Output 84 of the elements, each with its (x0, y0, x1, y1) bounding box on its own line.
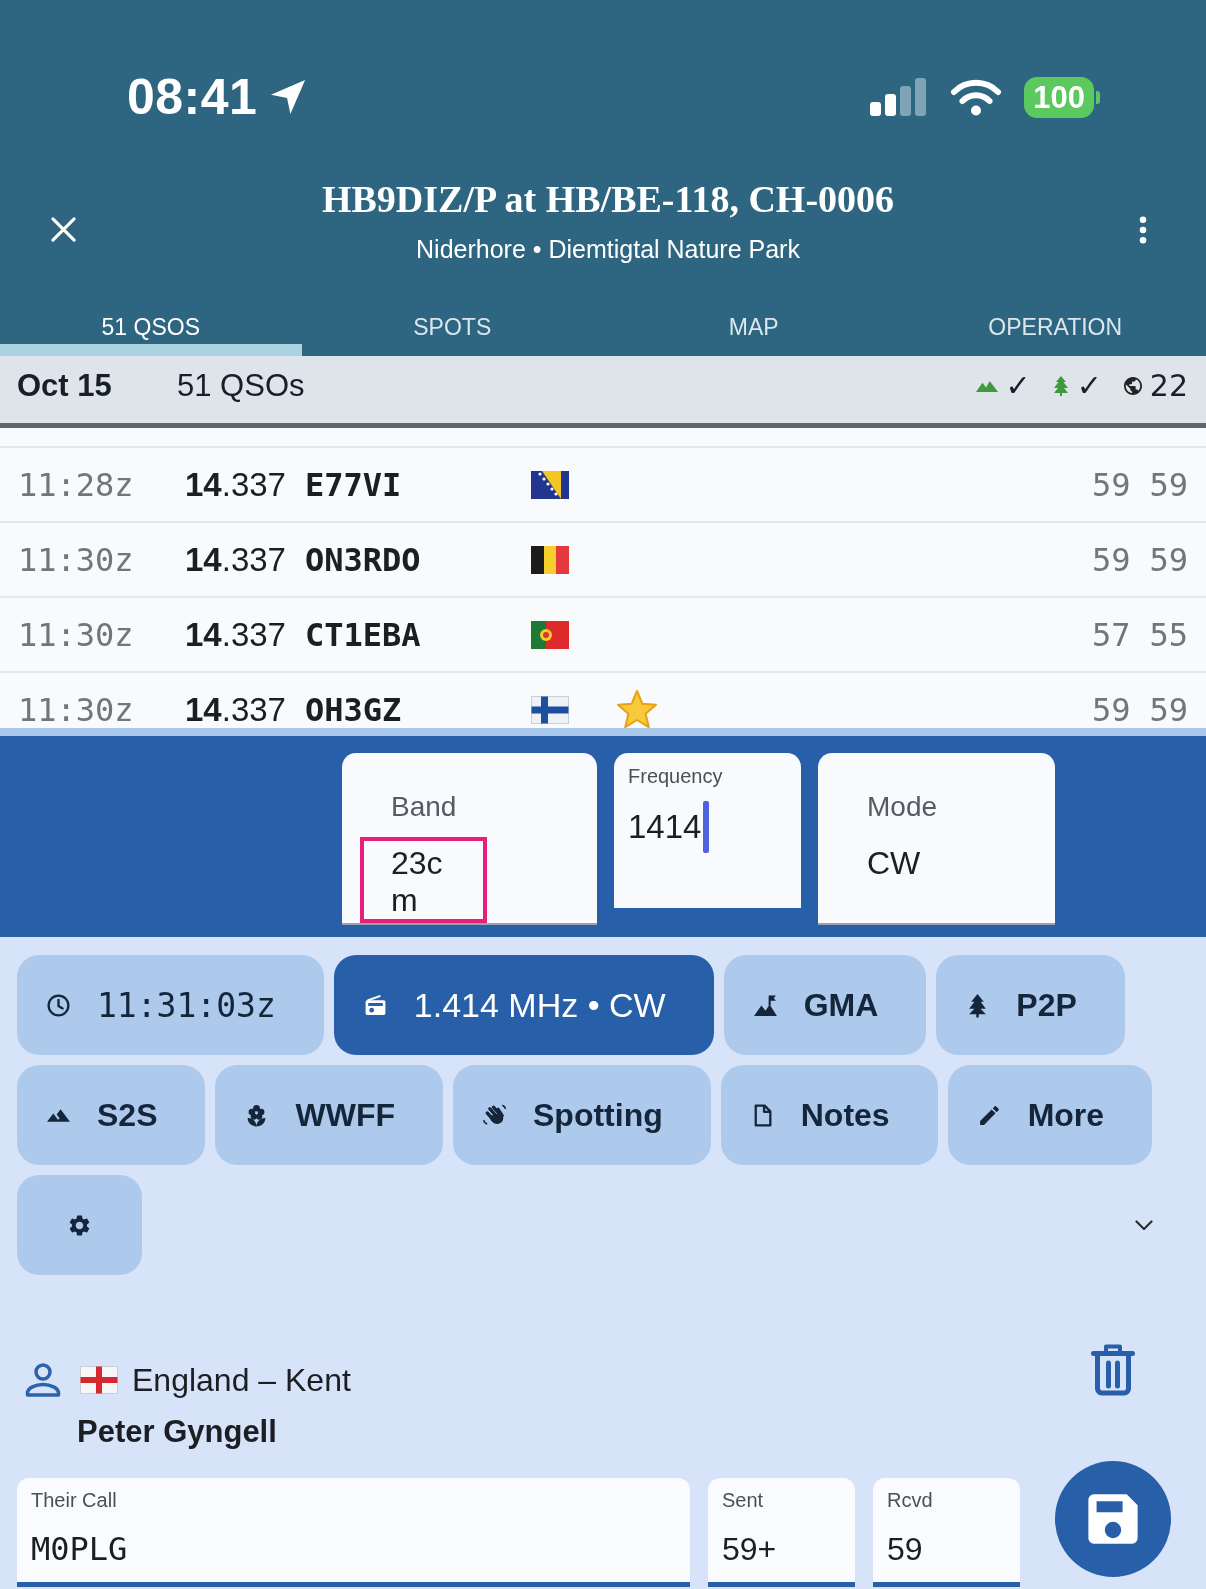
person-icon (25, 1363, 61, 1397)
frequency-cell-text: 14.337 (185, 691, 287, 728)
clock-icon (46, 992, 71, 1018)
flag-icon (531, 545, 569, 574)
text-cursor (703, 801, 710, 853)
wifi-icon (950, 78, 1003, 116)
qso-row[interactable]: 11:30z 14.337 CT1EBA 57 55 (0, 598, 1206, 673)
report-cell: 59 (1091, 466, 1131, 503)
time-cell-text: 11:30z (18, 541, 135, 578)
save-icon (1087, 1493, 1139, 1545)
hand-icon (482, 1102, 507, 1128)
report-cell: 55 (1149, 616, 1188, 653)
trash-icon[interactable] (1091, 1344, 1135, 1396)
select-field[interactable]: Band 23cm (342, 753, 597, 925)
date-label: Oct 15 (17, 367, 113, 404)
field-label: Rcvd (887, 1488, 934, 1512)
time-cell-text: 11:30z (18, 616, 135, 653)
signal-icon (870, 78, 929, 116)
report-cell: 59 (1091, 691, 1131, 728)
close-icon[interactable] (50, 216, 77, 243)
field-label: Sent (722, 1488, 765, 1512)
report-cell: 59 (1091, 541, 1131, 578)
more-button[interactable]: More (947, 1065, 1153, 1165)
callsign-cell-text: OH3GZ (305, 691, 403, 728)
count-label: 22 (1149, 368, 1188, 403)
chevron-down-icon[interactable] (1135, 1219, 1153, 1231)
report-cell: 59 (1149, 466, 1188, 503)
frequency-cell-text: 14.337 (185, 616, 287, 653)
spotting-button[interactable]: Spotting (453, 1065, 711, 1165)
field-value: CW (866, 844, 922, 883)
tab[interactable]: SPOTS (301, 295, 603, 356)
status-time: 08:41 (127, 72, 258, 122)
screen-title: HB9DIZ/P at HB/BE-118, CH-0006 (320, 176, 896, 221)
mountain-icon (975, 379, 998, 392)
park-button[interactable]: P2P (936, 955, 1125, 1055)
summit-button[interactable]: GMA (723, 955, 927, 1055)
report-cell: 59 (1149, 691, 1188, 728)
report-cell: 59 (1149, 541, 1188, 578)
frequency-button[interactable]: 1.414 MHz • CW (333, 955, 714, 1055)
field-label: Mode (866, 790, 939, 824)
field-label: Band (390, 790, 458, 824)
callsign-cell-text: ON3RDO (305, 541, 422, 578)
flag-icon (531, 470, 569, 499)
flag-icon (531, 620, 569, 649)
location-arrow-icon (269, 78, 308, 116)
select-field[interactable]: Mode CW (818, 753, 1055, 925)
check-mark: ✓ (1005, 368, 1031, 403)
globe-icon (1123, 376, 1142, 395)
tab[interactable]: MAP (603, 295, 905, 356)
callsign-field[interactable]: Their Call M0PLG (17, 1478, 690, 1587)
field-value: 59 (887, 1530, 924, 1569)
input-field[interactable]: Frequency 1414 (614, 753, 801, 908)
frequency-cell-text: 14.337 (185, 466, 287, 503)
contact-name: Peter Gyngell (77, 1413, 278, 1451)
settings-icon (69, 1214, 90, 1236)
wwff-button[interactable]: WWFF (215, 1065, 443, 1165)
time-cell-text: 11:28z (18, 466, 135, 503)
flag-icon (531, 695, 569, 724)
qso-count: 51 QSOs (177, 367, 305, 404)
time-button[interactable]: 11:31:03z (17, 955, 324, 1055)
field-value: 23cm (360, 837, 487, 923)
report-field[interactable]: Rcvd 59 (873, 1478, 1020, 1587)
field-value: 59+ (722, 1530, 778, 1569)
screen-subtitle: Niderhore • Diemtigtal Nature Park (415, 233, 801, 265)
frequency-cell-text: 14.337 (185, 541, 287, 578)
report-field[interactable]: Sent 59+ (708, 1478, 855, 1587)
field-label: Their Call (31, 1488, 118, 1512)
callsign-cell-text: E77VI (305, 466, 403, 503)
qso-row[interactable]: 11:28z 14.337 E77VI 59 59 (0, 448, 1206, 523)
qso-row[interactable]: 11:30z 14.337 ON3RDO 59 59 (0, 523, 1206, 598)
callsign-cell-text: CT1EBA (305, 616, 422, 653)
s2s-button[interactable]: S2S (17, 1065, 206, 1165)
report-cell: 57 (1091, 616, 1131, 653)
tree-icon (1052, 375, 1069, 396)
field-value: M0PLG (31, 1529, 129, 1569)
field-value: 1414 (628, 807, 702, 847)
notes-button[interactable]: Notes (720, 1065, 938, 1165)
flag-icon (79, 1366, 119, 1394)
location-label: England – Kent (132, 1361, 351, 1400)
menu-icon[interactable] (1139, 215, 1147, 244)
tab[interactable]: OPERATION (904, 295, 1206, 356)
check-mark: ✓ (1076, 368, 1102, 403)
field-label: Frequency (628, 764, 724, 788)
time-cell-text: 11:30z (18, 691, 135, 728)
